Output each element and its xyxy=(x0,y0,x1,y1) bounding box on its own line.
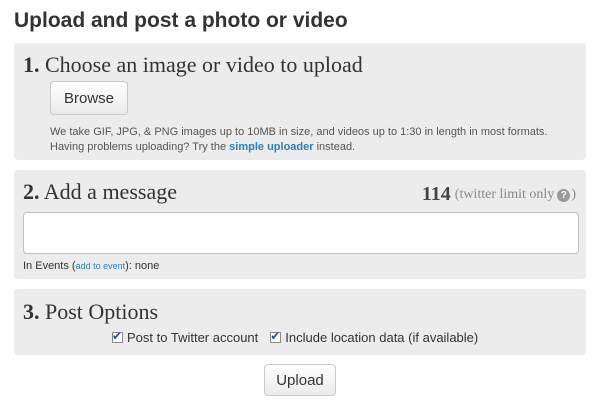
post-options-list: ✔ Post to Twitter account ✔ Include loca… xyxy=(112,329,490,345)
step-3-title: Post Options xyxy=(45,299,159,324)
post-to-twitter-option[interactable]: ✔ Post to Twitter account xyxy=(112,329,259,345)
twitter-limit-close: ) xyxy=(571,186,576,202)
add-to-event-link[interactable]: add to event xyxy=(76,261,126,271)
step-1-heading: 1. Choose an image or video to upload xyxy=(23,52,363,78)
upload-problems-prefix: Having problems uploading? Try the xyxy=(50,141,230,153)
events-suffix: ): none xyxy=(125,260,160,272)
page-title: Upload and post a photo or video xyxy=(14,9,348,32)
upload-problems-text: Having problems uploading? Try the simpl… xyxy=(50,140,547,155)
browse-button[interactable]: Browse xyxy=(50,81,128,115)
upload-help-text: We take GIF, JPG, & PNG images up to 10M… xyxy=(50,125,547,155)
step-3-heading: 3. Post Options xyxy=(23,299,158,325)
checkbox-checked-icon: ✔ xyxy=(112,329,123,343)
twitter-limit-note: (twitter limit only?) xyxy=(455,187,576,203)
twitter-limit-label: (twitter limit only xyxy=(454,186,555,202)
upload-limits-text: We take GIF, JPG, & PNG images up to 10M… xyxy=(50,126,548,138)
include-location-label: Include location data (if available) xyxy=(285,330,479,345)
upload-button[interactable]: Upload xyxy=(264,364,336,396)
simple-uploader-link[interactable]: simple uploader xyxy=(229,141,313,153)
events-line: In Events (add to event): none xyxy=(23,260,159,272)
step-3-number: 3. xyxy=(23,299,40,324)
message-panel: 2. Add a message 114 (twitter limit only… xyxy=(14,170,586,279)
post-to-twitter-label: Post to Twitter account xyxy=(127,330,259,345)
step-2-heading: 2. Add a message xyxy=(23,179,177,205)
message-input[interactable] xyxy=(23,212,579,254)
checkbox-checked-icon: ✔ xyxy=(270,329,281,343)
events-prefix: In Events ( xyxy=(23,260,76,272)
post-options-panel: 3. Post Options ✔ Post to Twitter accoun… xyxy=(14,289,586,355)
step-2-number: 2. xyxy=(23,179,40,204)
post-to-twitter-checkbox[interactable]: ✔ xyxy=(112,329,123,343)
step-1-title: Choose an image or video to upload xyxy=(45,52,363,77)
choose-file-panel: 1. Choose an image or video to upload Br… xyxy=(14,43,586,160)
step-2-title: Add a message xyxy=(43,179,177,204)
step-1-number: 1. xyxy=(23,52,40,77)
include-location-checkbox[interactable]: ✔ xyxy=(270,329,282,343)
character-counter: 114 (twitter limit only?) xyxy=(422,183,576,206)
character-count: 114 xyxy=(421,183,451,205)
question-circle-icon[interactable]: ? xyxy=(557,188,571,202)
upload-problems-suffix: instead. xyxy=(313,141,356,153)
include-location-option[interactable]: ✔ Include location data (if available) xyxy=(270,329,479,345)
